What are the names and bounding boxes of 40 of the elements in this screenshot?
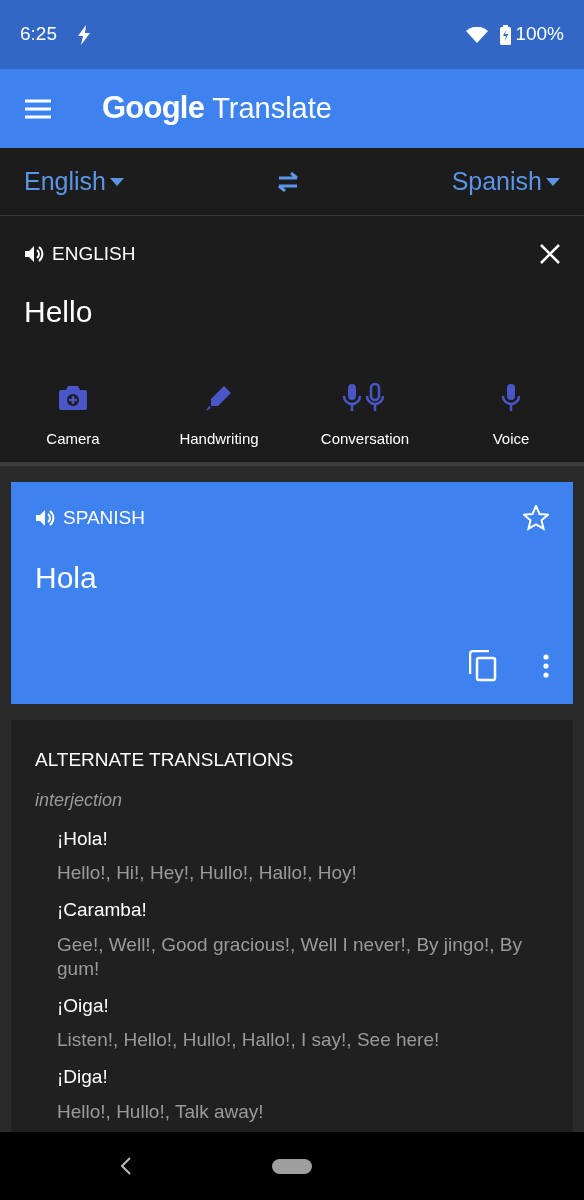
app-logo: Google xyxy=(102,89,205,128)
more-options-icon[interactable] xyxy=(543,654,549,678)
alternate-meanings: Hello!, Hi!, Hey!, Hullo!, Hallo!, Hoy! xyxy=(57,861,358,885)
alternates-heading: ALTERNATE TRANSLATIONS xyxy=(35,748,295,772)
speaker-icon[interactable] xyxy=(24,245,44,264)
alternate-meanings: Gee!, Well!, Good gracious!, Well I never!, By jingo!, By gum! xyxy=(57,932,523,981)
home-handle[interactable] xyxy=(272,1158,312,1174)
battery-percent: 100% xyxy=(515,22,564,47)
caret-icon xyxy=(546,177,560,186)
target-language-selector[interactable]: Spanish xyxy=(451,162,560,201)
pen-icon xyxy=(205,383,233,412)
input-mode-button[interactable]: Conversation xyxy=(292,381,438,450)
source-language-selector[interactable]: English xyxy=(24,162,124,201)
close-icon[interactable] xyxy=(540,244,560,265)
lightning-icon xyxy=(77,24,91,45)
input-mode-button[interactable]: Handwriting xyxy=(146,381,292,450)
caret-icon xyxy=(110,177,124,186)
camera-icon xyxy=(58,383,88,412)
alternate-word[interactable]: ¡Caramba! xyxy=(57,896,549,925)
app-title: Translate xyxy=(212,91,332,127)
copy-icon[interactable] xyxy=(469,650,497,682)
alternate-word[interactable]: ¡Oiga! xyxy=(57,991,549,1020)
status-time: 6:25 xyxy=(20,22,57,47)
input-mode-button[interactable]: Camera xyxy=(0,381,146,450)
back-icon[interactable] xyxy=(120,1157,132,1175)
battery-icon xyxy=(500,24,512,45)
source-language-label: ENGLISH xyxy=(52,242,136,266)
target-language-label: SPANISH xyxy=(63,506,145,530)
part-of-speech: interjection xyxy=(35,788,124,812)
alternate-meanings: Listen!, Hello!, Hullo!, Hallo!, I say!, See here! xyxy=(57,1028,441,1052)
alternate-word[interactable]: ¡Hola! xyxy=(57,824,549,853)
microphone-icon xyxy=(500,382,522,413)
wifi-icon xyxy=(466,26,489,43)
menu-icon[interactable] xyxy=(24,98,52,119)
translated-text: Hola xyxy=(35,559,98,596)
alternate-word[interactable]: ¡Diga! xyxy=(57,1063,549,1092)
input-mode-button[interactable]: Voice xyxy=(438,381,584,450)
star-icon[interactable] xyxy=(523,505,549,532)
input-text[interactable]: Hello xyxy=(0,288,584,334)
alternate-meanings: Hello!, Hullo!, Talk away! xyxy=(57,1099,265,1124)
